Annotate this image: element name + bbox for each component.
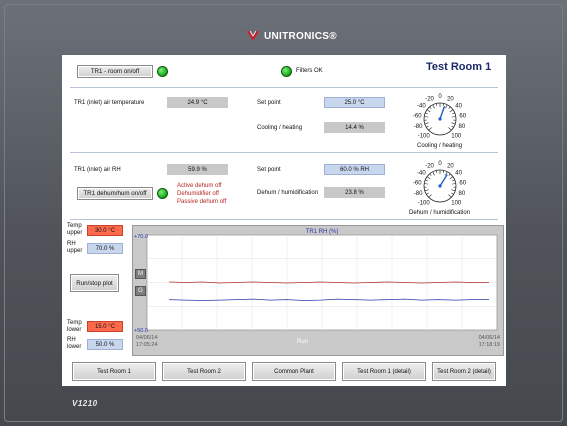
room-status-lamp [157,66,168,77]
temp-lower-label: Temp lower [67,320,82,333]
trend-chart-panel: M G TR1 RH (%) +70.0 +50.0 Run 04/06/14 … [132,225,504,356]
gauge-tick-label: 100 [451,133,462,139]
x-end-time: 17:18:19 [479,342,500,348]
rh-setpoint-label: Set point [257,167,281,173]
nav-test-room-1-button[interactable]: Test Room 1 [72,362,156,381]
model-label: V1210 [72,399,98,408]
gauge-tick-label: -20 [425,97,434,103]
temp-upper-label: Temp upper [67,223,83,236]
gauge-tick-label: 60 [459,113,466,119]
temp-setpoint-input[interactable]: 25.0 °C [324,97,385,108]
gauge-tick-label: 0 [438,94,442,100]
x-start-date: 04/06/14 [136,335,157,341]
divider [70,152,498,153]
gauge-tick-label: 100 [451,200,462,206]
gauge-hub [438,117,442,121]
rh-setpoint-input[interactable]: 60.0 % RH [324,164,385,175]
dehum-alarm-list: Active dehum off Dehumidifier off Passiv… [177,182,226,206]
divider [70,219,498,220]
gauge-tick-label: -40 [417,103,426,109]
gauge-tick-label: -80 [414,124,423,130]
unitronics-mark-icon [247,30,259,41]
gauge-tick-label: -80 [414,191,423,197]
divider [70,87,498,88]
gauge-tick-label: -40 [417,170,426,176]
inlet-temp-value: 24.9 °C [167,97,228,108]
gauge-tick-label: -60 [413,113,422,119]
dehum-status-lamp [157,188,168,199]
gauge-tick-label: 0 [438,161,442,167]
alarm-item: Passive dehum off [177,199,227,205]
page-title: Test Room 1 [426,61,492,73]
brand-name: UNITRONICS® [264,30,337,42]
gauge-tick-label: 40 [455,103,462,109]
gauge-tick-label: 80 [459,191,466,197]
gauge-tick-label: 20 [447,97,454,103]
cooling-heating-value: 14.4 % [324,122,385,133]
rh-lower-input[interactable]: 50.0 % [87,339,123,350]
room-on-off-button[interactable]: TR1 - room on/off [77,65,153,78]
nav-test-room-1-detail-button[interactable]: Test Room 1 (detail) [342,362,426,381]
gauge-tick-label: 20 [447,164,454,170]
dehum-humidification-value: 23.8 % [324,187,385,198]
gauge-tick-label: -20 [425,164,434,170]
temp-lower-input[interactable]: 15.0 °C [87,321,123,332]
temp-setpoint-label: Set point [257,100,281,106]
alarm-item: Dehumidifier off [177,191,219,197]
run-stop-plot-button[interactable]: Run/stop plot [70,274,119,292]
inlet-temp-label: TR1 (inlet) air temperature [74,100,145,106]
filters-status-lamp [281,66,292,77]
gauge-tick-label: -60 [413,180,422,186]
filters-status-label: Filters OK [296,68,323,74]
inlet-rh-label: TR1 (inlet) air RH [74,167,121,173]
nav-test-room-2-detail-button[interactable]: Test Room 2 (detail) [432,362,496,381]
dehum-humidification-label: Dehum / humidification [257,190,319,196]
gauge-tick-label: 40 [455,170,462,176]
inlet-rh-value: 59.9 % [167,164,228,175]
temp-upper-input[interactable]: 30.0 °C [87,225,123,236]
trend-chart: TR1 RH (%) +70.0 +50.0 Run 04/06/14 17:0… [134,229,500,348]
cooling-heating-gauge-caption: Cooling / heating [417,143,463,149]
y-max-tick-label: +70.0 [134,234,148,240]
rh-lower-label: RH lower [67,337,82,350]
alarm-item: Active dehum off [177,183,222,189]
rh-upper-label: RH upper [67,241,83,254]
y-min-tick-label: +50.0 [134,328,148,334]
gauge-tick-label: 60 [459,180,466,186]
x-start-time: 17:05:24 [136,342,157,348]
rh-upper-input[interactable]: 70.0 % [87,243,123,254]
trend-status: Run [297,339,308,345]
cooling-heating-label: Cooling / heating [257,125,303,131]
unitronics-logo: UNITRONICS® [246,30,337,42]
gauge-hub [438,184,442,188]
dehum-hum-on-off-button[interactable]: TR1 dehum/hum on/off [77,187,153,200]
gauge-tick-label: -100 [418,133,431,139]
nav-common-plant-button[interactable]: Common Plant [252,362,336,381]
dehum-gauge-caption: Dehum / humidification [409,210,471,216]
gauge-tick-label: 80 [459,124,466,130]
trend-title: TR1 RH (%) [306,229,339,235]
nav-test-room-2-button[interactable]: Test Room 2 [162,362,246,381]
hmi-screen: TR1 - room on/off Filters OK Test Room 1… [62,55,506,386]
x-end-date: 04/06/14 [479,335,500,341]
gauge-tick-label: -100 [418,200,431,206]
